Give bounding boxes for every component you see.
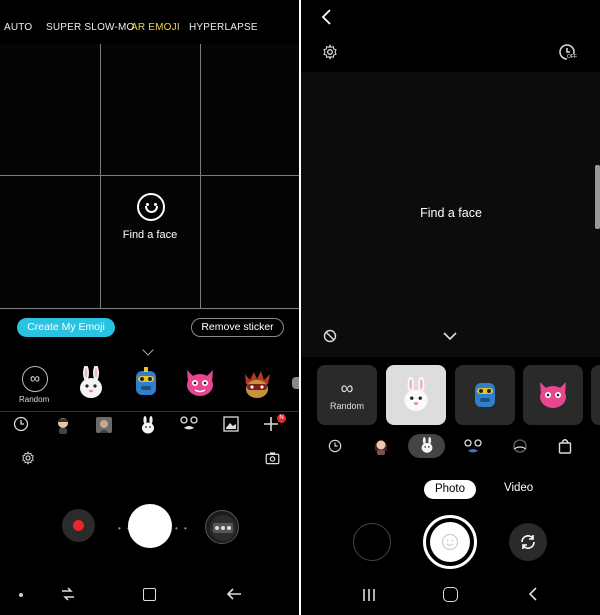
- video-mode-tab[interactable]: Video: [504, 482, 533, 494]
- bunny-category-selected[interactable]: [408, 434, 445, 458]
- shutter-button[interactable]: [423, 515, 477, 569]
- frame-sticker-icon[interactable]: [511, 438, 529, 454]
- gallery-thumbnail[interactable]: [205, 510, 239, 544]
- bunny-category-icon: [421, 437, 433, 453]
- next-emoji-edge[interactable]: [292, 377, 299, 389]
- next-tile-edge[interactable]: [591, 365, 600, 425]
- nav-dot-icon[interactable]: [19, 593, 23, 597]
- dots-indicator: • •: [175, 524, 189, 533]
- man-avatar-icon[interactable]: [55, 416, 71, 434]
- right-camera-screen: OFF Find a face ∞ Random Photo Video: [301, 0, 600, 615]
- navigation-bar: [301, 581, 600, 611]
- new-badge: N: [277, 414, 286, 423]
- bunny-emoji[interactable]: [76, 366, 106, 400]
- clock-icon[interactable]: [13, 416, 29, 432]
- pink-cat-emoji[interactable]: [183, 368, 217, 398]
- frame-icon[interactable]: [223, 416, 239, 432]
- remove-sticker-button[interactable]: Remove sticker: [191, 318, 284, 337]
- infinity-icon: ∞: [340, 378, 354, 398]
- woman-avatar-icon[interactable]: [373, 437, 389, 455]
- find-a-face-text: Find a face: [420, 206, 482, 220]
- top-bar: OFF: [301, 0, 600, 72]
- robot-emoji: [475, 383, 495, 407]
- create-my-emoji-button[interactable]: Create My Emoji: [17, 318, 115, 337]
- grid-line: [0, 175, 299, 176]
- flip-camera-icon: [521, 535, 535, 549]
- back-chevron-icon[interactable]: [321, 9, 333, 25]
- camera-mode-bar: AUTO SUPER SLOW-MO AR EMOJI HYPERLAPSE: [0, 22, 299, 40]
- shopping-bag-icon[interactable]: [558, 438, 572, 454]
- bunny-tile-selected[interactable]: [386, 365, 446, 425]
- timer-off-label: OFF: [567, 54, 577, 60]
- robot-tile[interactable]: [455, 365, 515, 425]
- switch-camera-icon[interactable]: [265, 451, 280, 465]
- infinity-icon[interactable]: ∞: [22, 366, 48, 392]
- masquerade-emoji[interactable]: [240, 368, 274, 400]
- eyes-lips-icon[interactable]: [179, 416, 199, 432]
- timer-off-icon[interactable]: OFF: [558, 43, 577, 61]
- sticker-category-strip: N: [0, 411, 299, 437]
- grid-line: [200, 44, 201, 308]
- robot-emoji[interactable]: [133, 367, 159, 399]
- mode-auto[interactable]: AUTO: [4, 22, 32, 33]
- side-scroll-handle[interactable]: [595, 165, 600, 229]
- eyes-lips-icon[interactable]: [463, 439, 483, 455]
- navigation-bar: [0, 581, 299, 611]
- pink-cat-emoji: [540, 382, 566, 408]
- shutter-button[interactable]: [128, 504, 172, 548]
- photo-sticker-icon[interactable]: [95, 416, 113, 434]
- smiley-face-icon: [441, 533, 459, 551]
- home-icon[interactable]: [443, 587, 458, 602]
- bunny-emoji: [404, 377, 428, 411]
- grid-line: [0, 308, 299, 309]
- bunny-category-icon[interactable]: [138, 416, 158, 436]
- emoji-carousel: ∞ Random: [0, 364, 299, 408]
- mode-ar-emoji[interactable]: AR EMOJI: [131, 22, 180, 33]
- no-effect-icon[interactable]: [323, 329, 337, 343]
- sticker-category-strip: [301, 434, 600, 460]
- gallery-thumbnail[interactable]: [353, 523, 391, 561]
- back-chevron-icon[interactable]: [528, 587, 538, 601]
- mode-hyperlapse[interactable]: HYPERLAPSE: [189, 22, 258, 33]
- pink-cat-tile[interactable]: [523, 365, 583, 425]
- flip-camera-button[interactable]: [509, 523, 547, 561]
- clock-icon[interactable]: [328, 439, 342, 453]
- record-video-button[interactable]: [62, 509, 95, 542]
- chevron-down-icon[interactable]: [142, 344, 154, 356]
- recents-icon[interactable]: [362, 588, 376, 602]
- record-dot-icon: [73, 520, 84, 531]
- random-label: Random: [19, 395, 50, 404]
- settings-gear-icon[interactable]: [21, 451, 35, 465]
- smiley-face-icon: [137, 193, 165, 221]
- find-a-face-text: Find a face: [122, 229, 178, 241]
- left-camera-screen: AUTO SUPER SLOW-MO AR EMOJI HYPERLAPSE F…: [0, 0, 299, 615]
- back-arrow-icon[interactable]: [226, 587, 242, 601]
- grid-line: [100, 44, 101, 308]
- random-label: Random: [329, 401, 365, 411]
- home-icon[interactable]: [143, 588, 156, 601]
- camera-viewfinder[interactable]: [0, 44, 299, 310]
- recents-icon[interactable]: [60, 586, 76, 602]
- chevron-down-icon[interactable]: [443, 332, 457, 341]
- mode-super-slow-mo[interactable]: SUPER SLOW-MO: [46, 22, 135, 33]
- settings-gear-icon[interactable]: [322, 44, 338, 60]
- photo-mode-tab[interactable]: Photo: [424, 480, 476, 499]
- random-tile[interactable]: ∞ Random: [317, 365, 377, 425]
